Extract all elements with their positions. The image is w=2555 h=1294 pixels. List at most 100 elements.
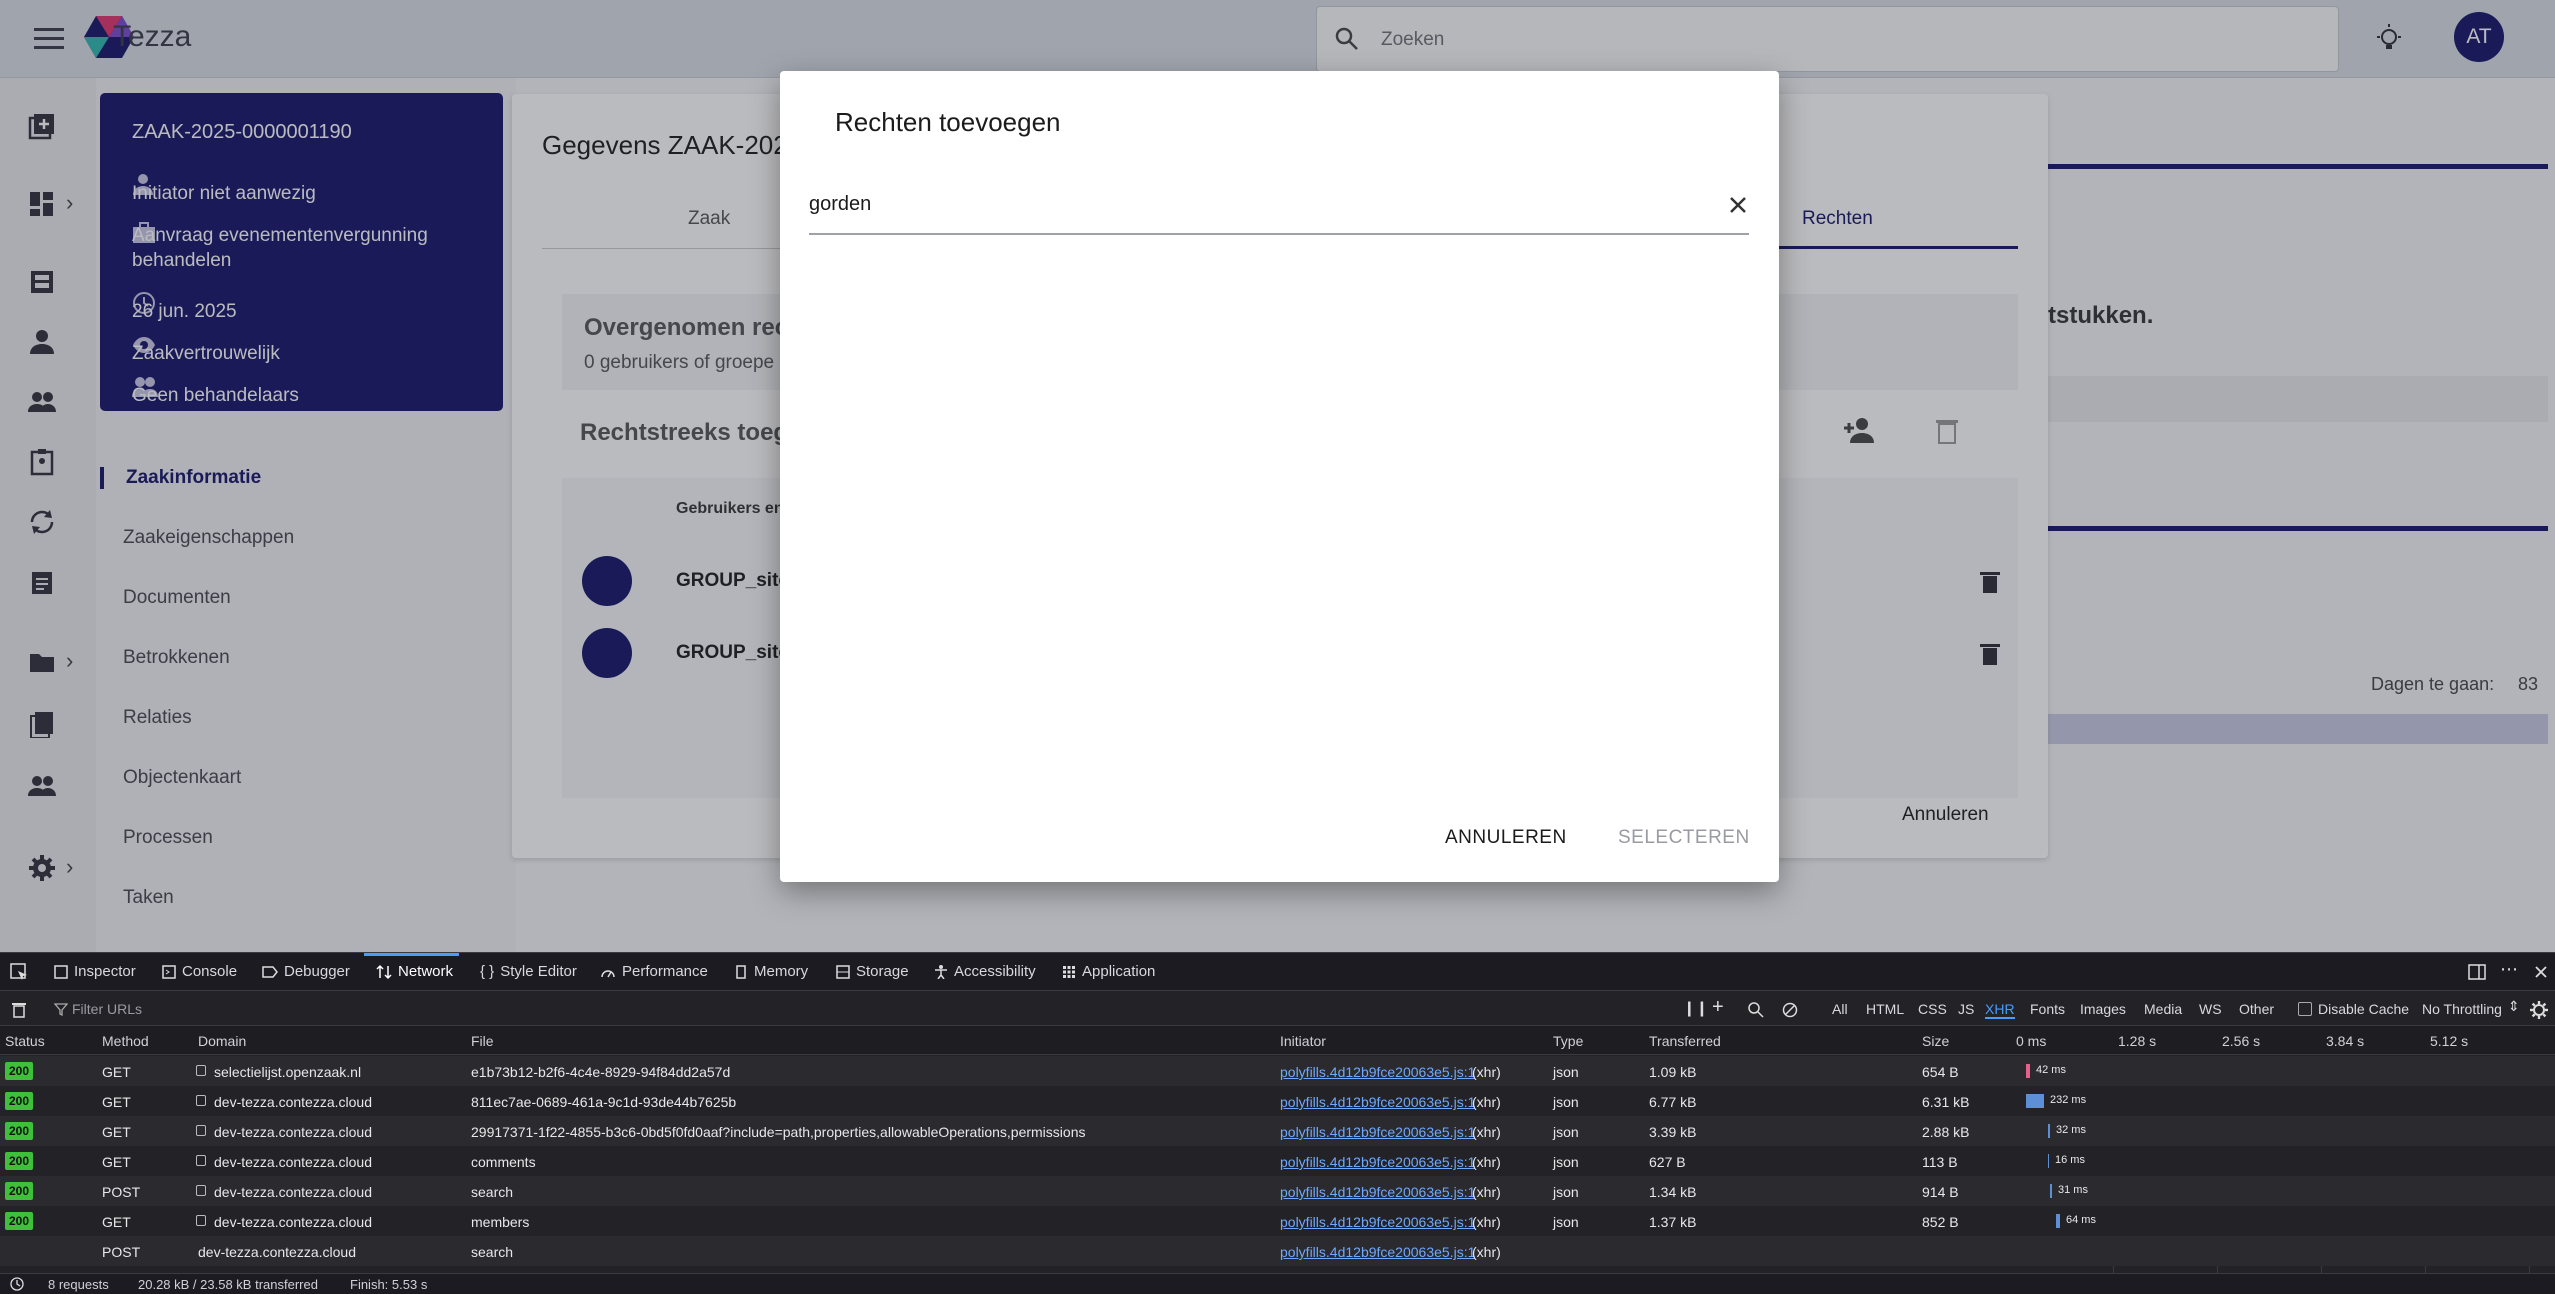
type-cell: json [1553, 1184, 1579, 1200]
tab-memory[interactable]: Memory [734, 963, 808, 980]
devtools-panel: Inspector Console Debugger Network { } St… [0, 952, 2555, 1294]
pick-element-icon[interactable] [10, 963, 28, 981]
filter-xhr[interactable]: XHR [1985, 1001, 2015, 1019]
initiator-link[interactable]: polyfills.4d12b9fce20063e5.js:1 [1280, 1064, 1475, 1080]
request-table-header: Status Method Domain File Initiator Type… [0, 1026, 2555, 1055]
timing-bar [2026, 1094, 2044, 1108]
disable-cache-label[interactable]: Disable Cache [2318, 1001, 2409, 1017]
dock-icon[interactable] [2468, 964, 2486, 980]
col-file[interactable]: File [471, 1033, 494, 1049]
performance-icon [601, 969, 615, 977]
col-method[interactable]: Method [102, 1033, 149, 1049]
col-transferred[interactable]: Transferred [1649, 1033, 1721, 1049]
search-icon[interactable] [1748, 1002, 1764, 1018]
tab-network[interactable]: Network [363, 953, 460, 980]
transferred-cell: 1.09 kB [1649, 1064, 1697, 1080]
trash-icon[interactable] [12, 1002, 26, 1018]
file-cell: search [471, 1184, 514, 1200]
initiator-type-cell: (xhr) [1472, 1124, 1501, 1140]
method-cell: GET [102, 1064, 131, 1080]
col-domain[interactable]: Domain [198, 1033, 246, 1049]
filter-urls-placeholder[interactable]: Filter URLs [72, 1001, 142, 1017]
accessibility-icon [935, 964, 947, 979]
initiator-link[interactable]: polyfills.4d12b9fce20063e5.js:1 [1280, 1184, 1475, 1200]
status-badge: 200 [5, 1212, 34, 1230]
request-row[interactable]: 200 GET dev-tezza.contezza.cloud comments po… [0, 1146, 2555, 1176]
filter-images[interactable]: Images [2080, 1001, 2126, 1017]
size-cell: 852 B [1922, 1214, 1959, 1230]
console-icon [162, 964, 176, 979]
rights-search-field[interactable] [809, 179, 1749, 235]
initiator-link[interactable]: polyfills.4d12b9fce20063e5.js:1 [1280, 1244, 1475, 1260]
col-initiator[interactable]: Initiator [1280, 1033, 1326, 1049]
timing-label: 31 ms [2058, 1184, 2088, 1196]
request-row[interactable]: 200 GET dev-tezza.contezza.cloud 811ec7ae-0… [0, 1086, 2555, 1116]
filter-other[interactable]: Other [2239, 1001, 2274, 1017]
request-row[interactable]: 200 GET selectielijst.openzaak.nl e1b73b12-… [0, 1056, 2555, 1086]
transferred-cell: 1.34 kB [1649, 1184, 1697, 1200]
filter-css[interactable]: CSS [1918, 1001, 1947, 1017]
timing-bar [2048, 1154, 2049, 1168]
rights-search-input[interactable] [809, 179, 1709, 229]
filter-fonts[interactable]: Fonts [2030, 1001, 2065, 1017]
lock-icon [196, 1065, 206, 1076]
request-row[interactable]: 200 GET dev-tezza.contezza.cloud 29917371-1… [0, 1116, 2555, 1146]
style-editor-icon: { } [480, 963, 495, 980]
settings-gear-icon[interactable] [2530, 1001, 2548, 1019]
tab-application[interactable]: Application [1062, 963, 1155, 980]
block-icon[interactable] [1782, 1002, 1798, 1018]
domain-cell: dev-tezza.contezza.cloud [214, 1184, 372, 1200]
filter-media[interactable]: Media [2144, 1001, 2182, 1017]
transferred-cell: 627 B [1649, 1154, 1686, 1170]
request-row[interactable]: 200 GET dev-tezza.contezza.cloud members pol… [0, 1206, 2555, 1236]
select-button[interactable]: SELECTEREN [1618, 827, 1750, 849]
initiator-link[interactable]: polyfills.4d12b9fce20063e5.js:1 [1280, 1124, 1475, 1140]
initiator-link[interactable]: polyfills.4d12b9fce20063e5.js:1 [1280, 1094, 1475, 1110]
timeline-tick: 5.12 s [2430, 1033, 2469, 1049]
initiator-type-cell: (xhr) [1472, 1154, 1501, 1170]
tab-style-editor[interactable]: { } Style Editor [480, 963, 577, 980]
close-devtools-icon[interactable] [2534, 965, 2548, 979]
cancel-button[interactable]: ANNULEREN [1445, 827, 1567, 849]
timeline-tick: 1.28 s [2118, 1033, 2157, 1049]
timing-label: 42 ms [2036, 1064, 2066, 1076]
throttling-select[interactable]: No Throttling [2422, 1001, 2502, 1017]
tab-debugger[interactable]: Debugger [262, 963, 350, 980]
method-cell: GET [102, 1094, 131, 1110]
filter-html[interactable]: HTML [1866, 1001, 1904, 1017]
disable-cache-checkbox[interactable] [2298, 1002, 2312, 1016]
file-cell: comments [471, 1154, 536, 1170]
initiator-type-cell: (xhr) [1472, 1064, 1501, 1080]
clear-icon[interactable] [1724, 191, 1752, 219]
clock-icon [10, 1277, 24, 1291]
tab-console[interactable]: Console [162, 963, 237, 980]
request-row[interactable]: POST dev-tezza.contezza.cloud search polyfi… [0, 1236, 2555, 1266]
filter-js[interactable]: JS [1958, 1001, 1974, 1017]
filter-ws[interactable]: WS [2199, 1001, 2222, 1017]
more-options-icon[interactable]: ⋯ [2500, 959, 2518, 980]
add-icon[interactable]: + [1712, 996, 1724, 1019]
initiator-link[interactable]: polyfills.4d12b9fce20063e5.js:1 [1280, 1154, 1475, 1170]
domain-cell: dev-tezza.contezza.cloud [214, 1214, 372, 1230]
tab-performance[interactable]: Performance [600, 963, 708, 980]
tab-inspector[interactable]: Inspector [54, 963, 136, 980]
method-cell: GET [102, 1154, 131, 1170]
tab-accessibility[interactable]: Accessibility [934, 963, 1036, 980]
domain-cell: dev-tezza.contezza.cloud [214, 1094, 372, 1110]
request-row[interactable]: 200 POST dev-tezza.contezza.cloud search pol… [0, 1176, 2555, 1206]
timeline-tick: 2.56 s [2222, 1033, 2261, 1049]
col-size[interactable]: Size [1922, 1033, 1949, 1049]
throttling-arrows-icon: ⇕ [2508, 998, 2520, 1014]
timing-bar [2050, 1184, 2052, 1198]
filter-all[interactable]: All [1832, 1001, 1848, 1017]
timing-label: 16 ms [2055, 1154, 2085, 1166]
file-cell: members [471, 1214, 530, 1230]
col-status[interactable]: Status [5, 1033, 45, 1049]
pause-icon[interactable]: ❙❙ [1683, 999, 1708, 1017]
tab-storage[interactable]: Storage [836, 963, 909, 980]
domain-cell: dev-tezza.contezza.cloud [214, 1124, 372, 1140]
col-type[interactable]: Type [1553, 1033, 1583, 1049]
inspector-icon [54, 964, 68, 979]
initiator-link[interactable]: polyfills.4d12b9fce20063e5.js:1 [1280, 1214, 1475, 1230]
timing-bar [2026, 1064, 2030, 1078]
